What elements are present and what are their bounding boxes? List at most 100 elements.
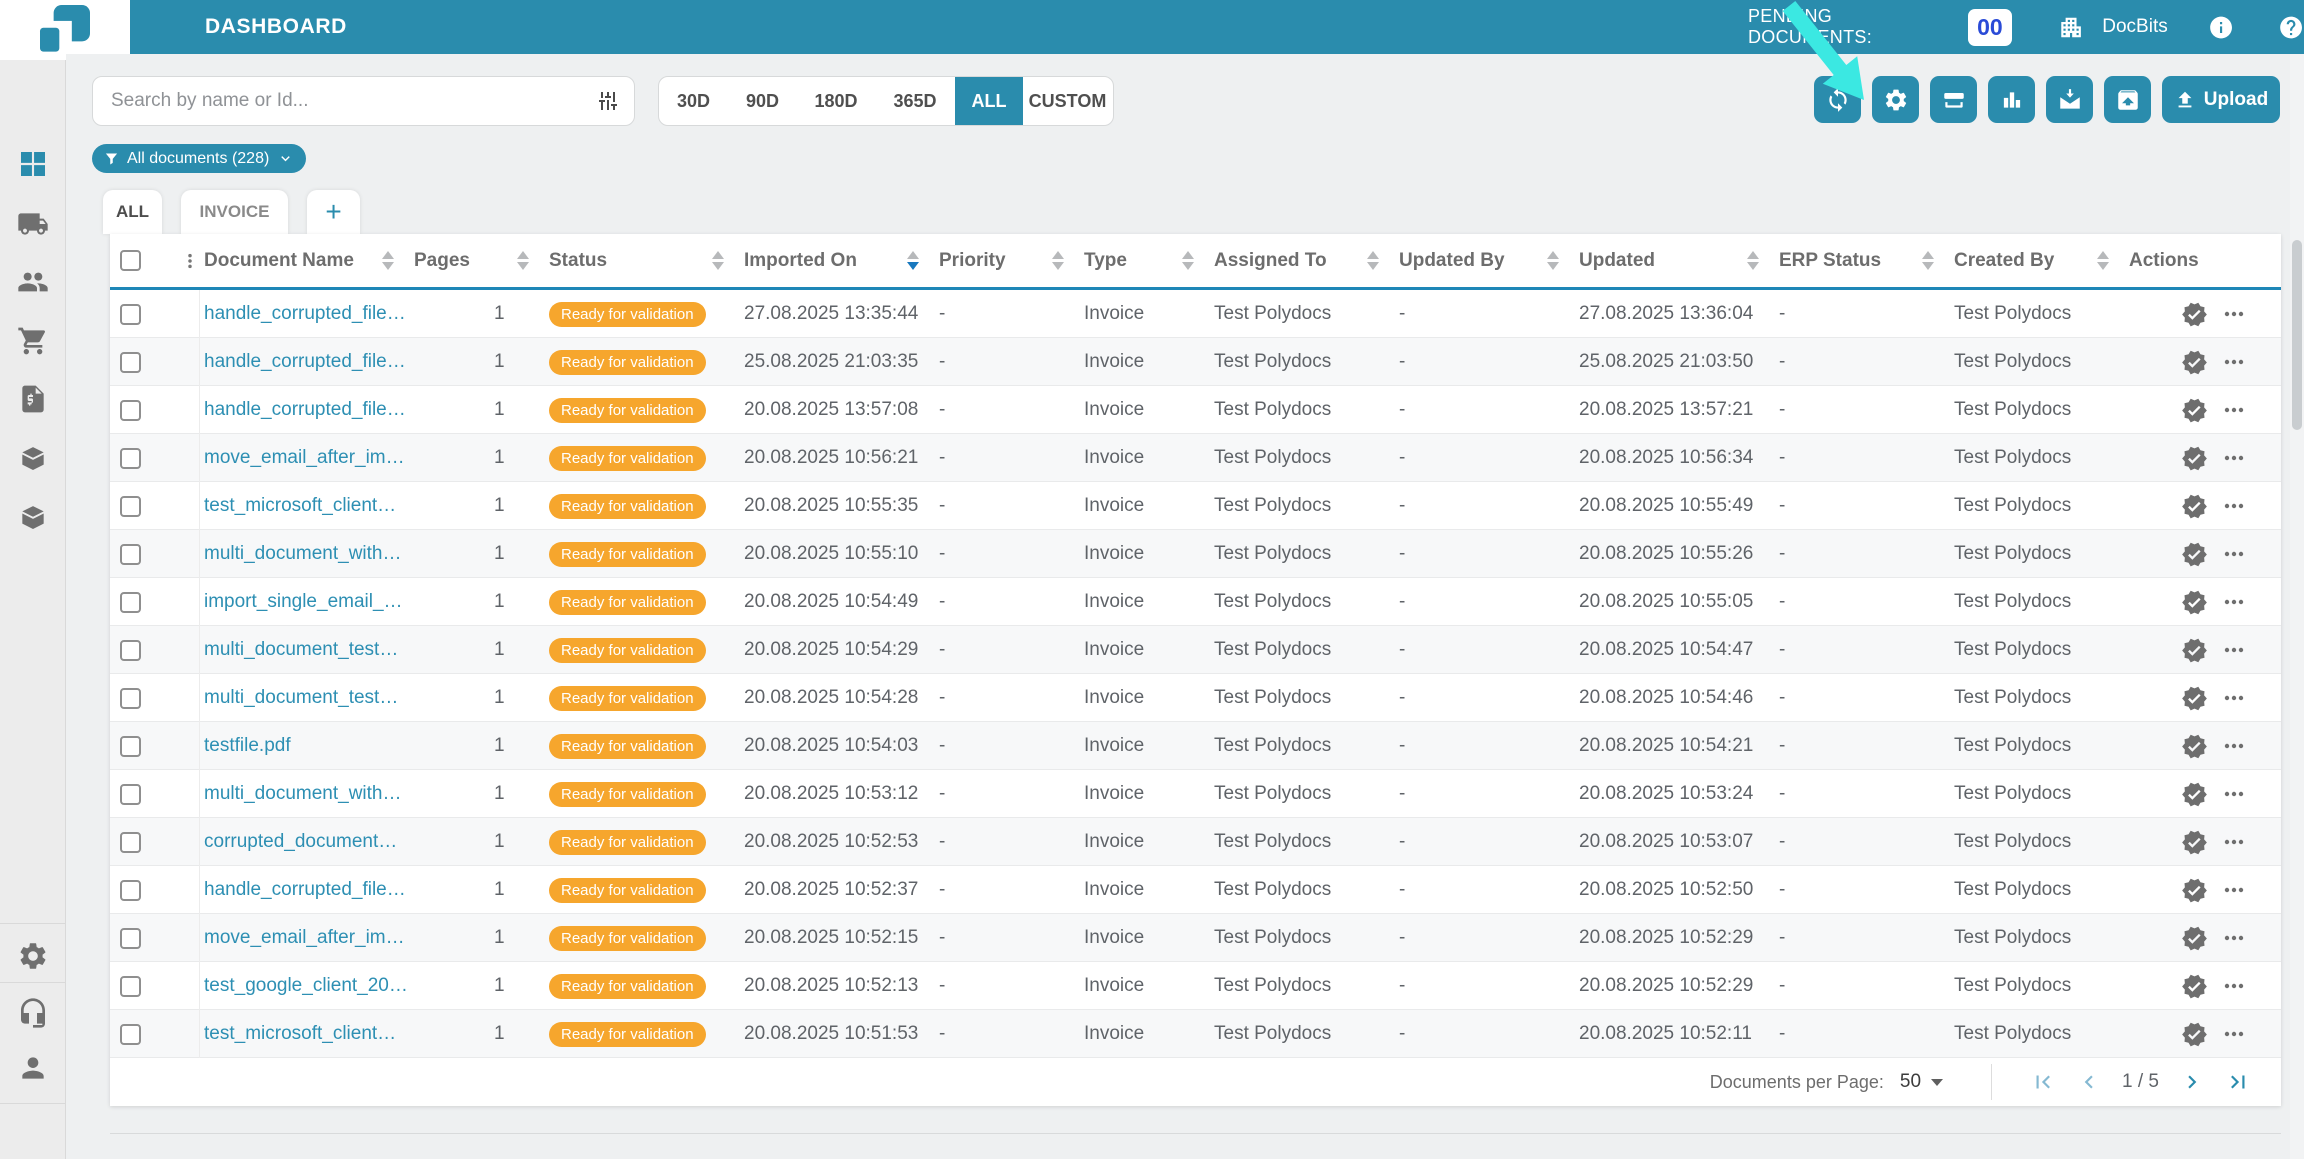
row-checkbox[interactable]	[120, 591, 141, 613]
validate-badge-icon[interactable]	[2181, 397, 2208, 424]
sort-icon-active-desc[interactable]	[907, 251, 919, 270]
range-90d[interactable]: 90D	[728, 77, 797, 125]
row-menu-dots-icon[interactable]	[2222, 638, 2246, 662]
last-page-button[interactable]	[2224, 1068, 2252, 1096]
row-checkbox[interactable]	[120, 543, 141, 565]
sidebar-item-account[interactable]	[0, 1052, 66, 1084]
row-menu-dots-icon[interactable]	[2222, 974, 2246, 998]
search-input[interactable]	[111, 90, 596, 112]
row-checkbox[interactable]	[120, 351, 141, 373]
validate-badge-icon[interactable]	[2181, 781, 2208, 808]
row-menu-dots-icon[interactable]	[2222, 446, 2246, 470]
row-menu-dots-icon[interactable]	[2222, 542, 2246, 566]
validate-badge-icon[interactable]	[2181, 925, 2208, 952]
tab-invoice[interactable]: INVOICE	[181, 190, 288, 234]
column-header-type[interactable]: Type	[1080, 250, 1210, 272]
sidebar-item-support[interactable]	[0, 997, 66, 1029]
sidebar-item-packages-alt[interactable]	[0, 501, 66, 533]
column-header-status[interactable]: Status	[545, 250, 740, 272]
sidebar-item-invoices[interactable]	[0, 383, 66, 415]
sort-icon[interactable]	[2097, 251, 2109, 270]
add-tab-button[interactable]: +	[307, 190, 360, 234]
row-menu-dots-icon[interactable]	[2222, 686, 2246, 710]
sort-icon[interactable]	[382, 251, 394, 270]
app-logo[interactable]	[0, 0, 130, 60]
row-menu-dots-icon[interactable]	[2222, 734, 2246, 758]
document-name-link[interactable]: move_email_after_im…	[204, 927, 405, 949]
validate-badge-icon[interactable]	[2181, 541, 2208, 568]
document-name-link[interactable]: import_single_email_…	[204, 591, 403, 613]
document-name-link[interactable]: test_microsoft_client…	[204, 495, 396, 517]
validate-badge-icon[interactable]	[2181, 733, 2208, 760]
document-name-link[interactable]: handle_corrupted_file…	[204, 303, 406, 325]
scanner-button[interactable]	[1930, 76, 1977, 123]
row-menu-dots-icon[interactable]	[2222, 590, 2246, 614]
column-header-imported-on[interactable]: Imported On	[740, 250, 935, 272]
analytics-button[interactable]	[1988, 76, 2035, 123]
range-180d[interactable]: 180D	[797, 77, 875, 125]
document-name-link[interactable]: handle_corrupted_file…	[204, 879, 406, 901]
column-header-erp-status[interactable]: ERP Status	[1775, 250, 1950, 272]
row-menu-dots-icon[interactable]	[2222, 830, 2246, 854]
upload-button[interactable]: Upload	[2162, 76, 2280, 123]
help-icon[interactable]	[2278, 14, 2304, 41]
row-checkbox[interactable]	[120, 447, 141, 469]
range-all[interactable]: ALL	[955, 77, 1023, 125]
validate-badge-icon[interactable]	[2181, 493, 2208, 520]
sidebar-item-packages[interactable]	[0, 442, 66, 474]
document-name-link[interactable]: handle_corrupted_file…	[204, 399, 406, 421]
info-icon[interactable]	[2208, 14, 2234, 41]
filter-tune-icon[interactable]	[596, 89, 620, 113]
column-header-updated[interactable]: Updated	[1575, 250, 1775, 272]
row-menu-dots-icon[interactable]	[2222, 398, 2246, 422]
document-name-link[interactable]: multi_document_test…	[204, 639, 398, 661]
row-menu-dots-icon[interactable]	[2222, 302, 2246, 326]
export-button[interactable]	[2104, 76, 2151, 123]
sidebar-item-shipping[interactable]	[0, 208, 66, 240]
row-checkbox[interactable]	[120, 975, 141, 997]
validate-badge-icon[interactable]	[2181, 877, 2208, 904]
select-all-checkbox[interactable]	[120, 250, 141, 271]
documents-filter-chip[interactable]: All documents (228)	[92, 144, 307, 173]
sidebar-item-purchase-orders[interactable]	[0, 325, 66, 357]
row-checkbox[interactable]	[120, 399, 141, 421]
column-header-updated-by[interactable]: Updated By	[1395, 250, 1575, 272]
column-header-pages[interactable]: Pages	[410, 250, 545, 272]
validate-badge-icon[interactable]	[2181, 301, 2208, 328]
per-page-select[interactable]: 50	[1900, 1071, 1944, 1093]
vertical-scrollbar-thumb[interactable]	[2292, 240, 2302, 430]
column-header-priority[interactable]: Priority	[935, 250, 1080, 272]
document-name-link[interactable]: test_microsoft_client…	[204, 1023, 396, 1045]
document-name-link[interactable]: move_email_after_im…	[204, 447, 405, 469]
range-30d[interactable]: 30D	[659, 77, 728, 125]
document-name-link[interactable]: handle_corrupted_file…	[204, 351, 406, 373]
vertical-scrollbar-track[interactable]	[2290, 54, 2304, 1159]
range-custom[interactable]: CUSTOM	[1023, 77, 1112, 125]
row-checkbox[interactable]	[120, 735, 141, 757]
row-checkbox[interactable]	[120, 783, 141, 805]
validate-badge-icon[interactable]	[2181, 349, 2208, 376]
column-header-created-by[interactable]: Created By	[1950, 250, 2125, 272]
row-menu-dots-icon[interactable]	[2222, 782, 2246, 806]
document-name-link[interactable]: multi_document_test…	[204, 687, 398, 709]
row-checkbox[interactable]	[120, 495, 141, 517]
validate-badge-icon[interactable]	[2181, 1021, 2208, 1048]
row-menu-dots-icon[interactable]	[2222, 494, 2246, 518]
document-name-link[interactable]: testfile.pdf	[204, 735, 291, 757]
document-name-link[interactable]: corrupted_document…	[204, 831, 397, 853]
validate-badge-icon[interactable]	[2181, 445, 2208, 472]
sort-icon[interactable]	[1052, 251, 1064, 270]
sort-icon[interactable]	[1747, 251, 1759, 270]
document-name-link[interactable]: multi_document_with…	[204, 783, 401, 805]
sort-icon[interactable]	[1547, 251, 1559, 270]
sort-icon[interactable]	[1922, 251, 1934, 270]
sort-icon[interactable]	[1182, 251, 1194, 270]
row-menu-dots-icon[interactable]	[2222, 926, 2246, 950]
column-header-assigned-to[interactable]: Assigned To	[1210, 250, 1395, 272]
row-menu-dots-icon[interactable]	[2222, 350, 2246, 374]
validate-badge-icon[interactable]	[2181, 589, 2208, 616]
column-menu-kebab-icon[interactable]	[180, 251, 200, 271]
email-import-button[interactable]	[2046, 76, 2093, 123]
column-header-document-name[interactable]: Document Name	[200, 250, 410, 272]
sidebar-item-dashboard[interactable]	[0, 148, 66, 180]
